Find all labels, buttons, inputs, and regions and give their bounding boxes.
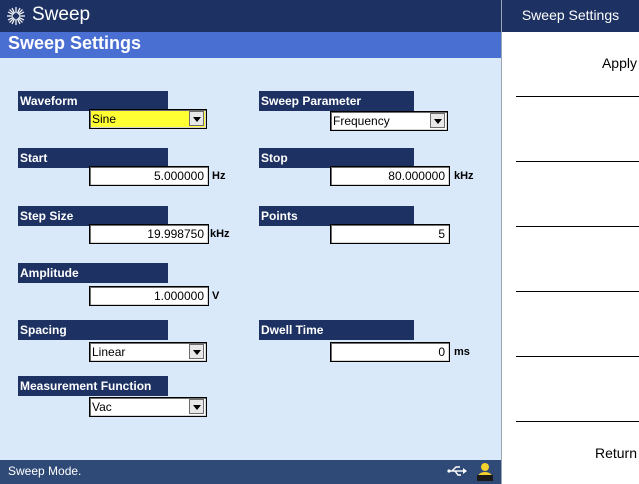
measurement-function-select[interactable]: Vac <box>89 397 207 417</box>
app-title: Sweep <box>32 4 91 25</box>
measurement-function-value: Vac <box>92 400 112 414</box>
sweep-parameter-value: Frequency <box>333 114 390 128</box>
softkey-2[interactable] <box>502 97 639 161</box>
step-size-label: Step Size <box>18 206 168 226</box>
title-bar: Sweep <box>0 0 501 32</box>
waveform-select[interactable]: Sine <box>89 109 207 129</box>
sweep-parameter-select[interactable]: Frequency <box>330 111 448 131</box>
chevron-down-icon[interactable] <box>430 113 445 128</box>
waveform-value: Sine <box>92 112 117 126</box>
settings-panel: Waveform Sine Sweep Parameter Frequency … <box>0 58 501 460</box>
status-message: Sweep Mode. <box>8 464 82 478</box>
step-size-input[interactable]: 19.998750 <box>89 224 209 244</box>
amplitude-label: Amplitude <box>18 263 168 283</box>
apply-button-label: Apply <box>601 55 637 71</box>
dwell-time-unit: ms <box>454 346 470 358</box>
spacing-label: Spacing <box>18 320 168 340</box>
step-size-unit: kHz <box>210 228 230 240</box>
dwell-time-label: Dwell Time <box>259 320 414 340</box>
measurement-function-label: Measurement Function <box>18 376 168 396</box>
page-title: Sweep Settings <box>8 33 142 53</box>
start-label: Start <box>18 148 168 168</box>
dwell-time-input[interactable]: 0 <box>330 342 450 362</box>
return-button-label: Return <box>594 445 637 461</box>
stop-label: Stop <box>259 148 414 168</box>
softkey-6[interactable] <box>502 357 639 421</box>
agilent-logo-icon <box>7 7 25 25</box>
return-button[interactable]: Return <box>502 422 639 484</box>
spacing-select[interactable]: Linear <box>89 342 207 362</box>
start-input[interactable]: 5.000000 <box>89 166 209 186</box>
softkey-panel-title: Sweep Settings <box>502 0 639 32</box>
points-input[interactable]: 5 <box>330 224 450 244</box>
softkey-3[interactable] <box>502 162 639 226</box>
status-bar: Sweep Mode. <box>0 460 501 484</box>
usb-icon <box>447 466 467 476</box>
softkey-4[interactable] <box>502 227 639 291</box>
spacing-value: Linear <box>92 345 126 359</box>
chevron-down-icon[interactable] <box>189 111 204 126</box>
stop-unit: kHz <box>454 170 474 182</box>
start-unit: Hz <box>212 170 226 182</box>
apply-button[interactable]: Apply <box>502 32 639 96</box>
waveform-label: Waveform <box>18 91 168 111</box>
user-icon <box>477 463 493 481</box>
sweep-parameter-label: Sweep Parameter <box>259 91 414 111</box>
page-header: Sweep Settings <box>0 32 501 58</box>
stop-input[interactable]: 80.000000 <box>330 166 450 186</box>
softkey-panel: Sweep Settings Apply Return <box>501 0 639 484</box>
softkey-5[interactable] <box>502 292 639 356</box>
points-label: Points <box>259 206 414 226</box>
amplitude-unit: V <box>212 290 220 302</box>
chevron-down-icon[interactable] <box>189 399 204 414</box>
chevron-down-icon[interactable] <box>189 344 204 359</box>
amplitude-input[interactable]: 1.000000 <box>89 286 209 306</box>
